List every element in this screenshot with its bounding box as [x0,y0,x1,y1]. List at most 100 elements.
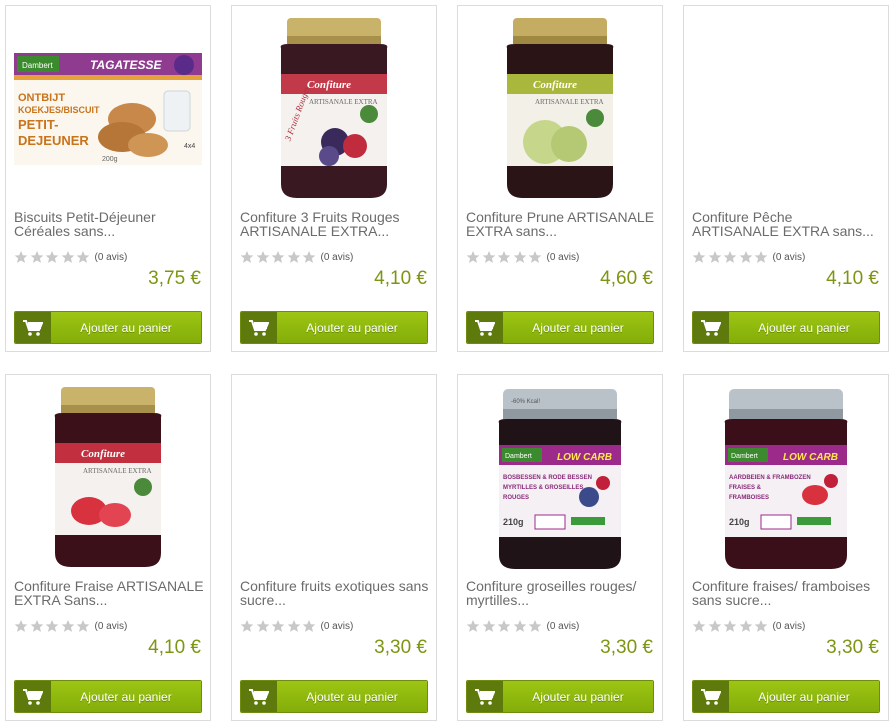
star-icon [739,620,752,632]
svg-text:200g: 200g [102,156,118,163]
cart-icon [467,681,503,712]
star-icon [287,251,300,263]
cart-icon [693,681,729,712]
add-to-cart-button[interactable]: Ajouter au panier [466,680,654,713]
star-icon [723,251,737,263]
cart-icon [241,312,277,343]
svg-text:AARDBEIEN & FRAMBOZEN: AARDBEIEN & FRAMBOZEN [729,475,811,481]
star-icon [240,251,254,263]
star-icon [76,251,90,263]
star-icon [513,251,526,263]
star-icon [723,620,737,632]
cart-icon [467,312,503,343]
star-icon [256,251,269,263]
svg-text:KOEKJES/BISCUIT: KOEKJES/BISCUIT [18,105,100,115]
star-icon [30,620,43,632]
product-card: Confiture ARTISANALE EXTRA Confiture Pru… [457,5,663,352]
review-count: (0 avis) [94,251,128,263]
review-count: (0 avis) [320,251,354,263]
cart-icon [15,681,51,712]
jam-jar-image: Confiture ARTISANALE EXTRA [506,18,614,198]
svg-text:4x4: 4x4 [184,143,195,150]
add-to-cart-button[interactable]: Ajouter au panier [14,311,202,344]
svg-text:210g: 210g [503,517,524,527]
star-icon [256,620,269,632]
product-image[interactable]: Confiture ARTISANALE EXTRA 3 Fruits Roug… [240,14,428,204]
svg-text:ROUGES: ROUGES [503,495,529,501]
star-icon [692,251,706,263]
svg-text:210g: 210g [729,517,750,527]
product-image[interactable] [692,14,880,204]
star-icon [497,251,511,263]
star-icon [482,251,495,263]
add-to-cart-button[interactable]: Ajouter au panier [14,680,202,713]
rating: (0 avis) [14,619,127,633]
star-icon [466,620,480,632]
rating: (0 avis) [14,250,127,264]
product-name[interactable]: Confiture fraises/ framboises sans sucre… [692,579,882,613]
product-card: Confiture ARTISANALE EXTRA Confiture Fra… [5,374,211,721]
product-name[interactable]: Confiture fruits exotiques sans sucre... [240,579,430,613]
star-icon [45,251,59,263]
product-image[interactable]: Confiture ARTISANALE EXTRA [14,383,202,573]
add-to-cart-button[interactable]: Ajouter au panier [240,680,428,713]
product-price: 3,30 € [374,637,427,658]
product-image[interactable]: -60% Kcal! Dambert LOW CARB BOSBESSEN & … [466,383,654,573]
svg-text:MYRTILLES & GROSEILLES: MYRTILLES & GROSEILLES [503,485,583,491]
svg-text:LOW CARB: LOW CARB [557,452,612,463]
rating: (0 avis) [692,250,805,264]
product-image[interactable]: Confiture ARTISANALE EXTRA [466,14,654,204]
add-to-cart-button[interactable]: Ajouter au panier [466,311,654,344]
star-icon [513,620,526,632]
product-card: -60% Kcal! Dambert LOW CARB BOSBESSEN & … [457,374,663,721]
star-icon [302,620,316,632]
svg-text:Dambert: Dambert [505,453,532,460]
review-count: (0 avis) [546,251,580,263]
star-icon [708,251,721,263]
svg-text:LOW CARB: LOW CARB [783,452,838,463]
product-name[interactable]: Confiture Pêche ARTISANALE EXTRA sans... [692,210,882,244]
review-count: (0 avis) [772,620,806,632]
product-name[interactable]: Confiture Fraise ARTISANALE EXTRA Sans..… [14,579,204,613]
add-to-cart-button[interactable]: Ajouter au panier [692,680,880,713]
add-to-cart-button[interactable]: Ajouter au panier [692,311,880,344]
svg-text:DEJEUNER: DEJEUNER [18,133,89,148]
product-image[interactable]: Dambert LOW CARB AARDBEIEN & FRAMBOZEN F… [692,383,880,573]
add-to-cart-label: Ajouter au panier [51,312,201,343]
product-name[interactable]: Confiture Prune ARTISANALE EXTRA sans... [466,210,656,244]
svg-text:ARTISANALE EXTRA: ARTISANALE EXTRA [309,98,378,106]
star-icon [14,251,28,263]
product-price: 3,30 € [600,637,653,658]
add-to-cart-button[interactable]: Ajouter au panier [240,311,428,344]
star-icon [302,251,316,263]
product-name[interactable]: Biscuits Petit-Déjeuner Céréales sans... [14,210,204,244]
product-image[interactable] [240,383,428,573]
product-price: 4,60 € [600,268,653,289]
cart-icon [693,312,729,343]
jam-jar-image: Dambert LOW CARB AARDBEIEN & FRAMBOZEN F… [724,389,848,569]
svg-text:FRAISES &: FRAISES & [729,485,762,491]
jam-jar-image: -60% Kcal! Dambert LOW CARB BOSBESSEN & … [498,389,622,569]
product-image[interactable]: Dambert TAGATESSE ONTBIJT KOEKJES/BISCUI… [14,14,202,204]
star-icon [45,620,59,632]
product-price: 4,10 € [826,268,879,289]
star-icon [754,620,768,632]
star-icon [497,620,511,632]
product-name[interactable]: Confiture groseilles rouges/ myrtilles..… [466,579,656,613]
product-name[interactable]: Confiture 3 Fruits Rouges ARTISANALE EXT… [240,210,430,244]
review-count: (0 avis) [772,251,806,263]
product-price: 3,30 € [826,637,879,658]
rating: (0 avis) [466,619,579,633]
rating: (0 avis) [240,250,353,264]
star-icon [754,251,768,263]
star-icon [240,620,254,632]
star-icon [61,251,74,263]
add-to-cart-label: Ajouter au panier [277,312,427,343]
product-card: Dambert LOW CARB AARDBEIEN & FRAMBOZEN F… [683,374,889,721]
add-to-cart-label: Ajouter au panier [277,681,427,712]
svg-text:Dambert: Dambert [731,453,758,460]
svg-text:-60% Kcal!: -60% Kcal! [511,399,540,405]
review-count: (0 avis) [546,620,580,632]
star-icon [528,251,542,263]
product-card: Dambert TAGATESSE ONTBIJT KOEKJES/BISCUI… [5,5,211,352]
